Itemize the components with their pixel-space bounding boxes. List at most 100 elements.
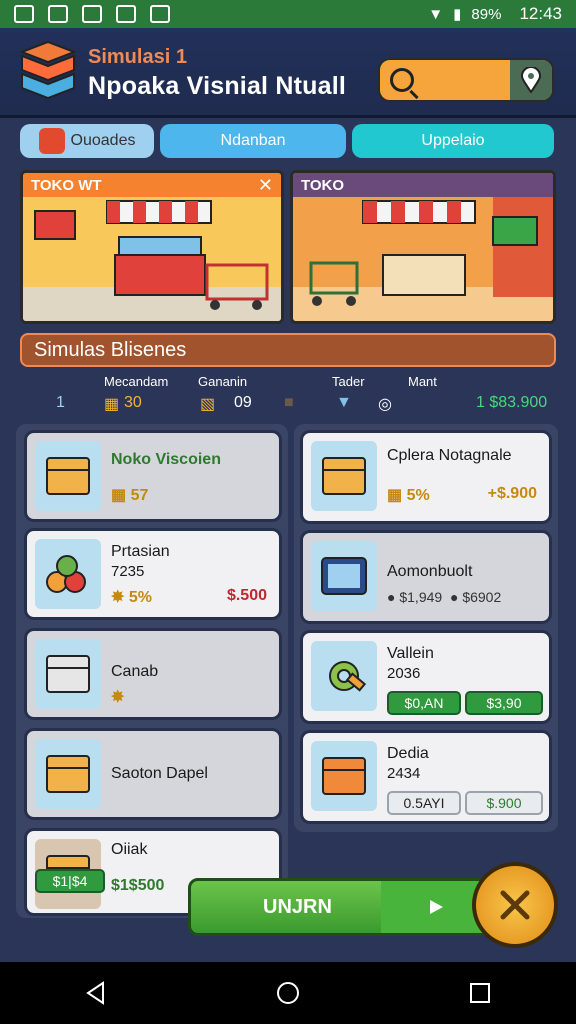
- app-header: Simulasi 1 Npoaka Visnial Ntuall: [0, 28, 576, 118]
- stat-value: 1 $83.900: [476, 394, 548, 411]
- notification-icon: [14, 5, 34, 23]
- tab-uppelaio[interactable]: Uppelaio: [352, 124, 554, 158]
- star-icon: ✸: [111, 689, 125, 706]
- stat-value: 1: [56, 394, 65, 411]
- product-title: Noko Viscoien: [111, 451, 221, 468]
- shop-illustration: [23, 200, 281, 321]
- price-pill[interactable]: $0,AN: [387, 691, 461, 715]
- product-badge: $1|$4: [35, 869, 105, 893]
- product-sub: 7235: [111, 563, 145, 580]
- product-meta-value: 5%: [406, 487, 430, 504]
- recents-icon[interactable]: [467, 980, 493, 1006]
- search-icon: [390, 68, 414, 92]
- product-card[interactable]: Aomonbuolt ● $1,949 ● $6902: [300, 530, 552, 624]
- tab-label: Ndanban: [220, 132, 286, 149]
- scene-label: TOKO: [301, 176, 345, 194]
- product-card[interactable]: Saoton Dapel: [24, 728, 282, 820]
- stat-label: Mant: [408, 374, 437, 389]
- product-sub: 2434: [387, 765, 421, 782]
- product-title: Prtasian: [111, 543, 170, 560]
- tablet-icon: [311, 541, 377, 611]
- open-box-icon: [311, 441, 377, 511]
- product-meta: ▦ 5%: [387, 487, 430, 504]
- system-nav-bar: [0, 962, 576, 1024]
- crate-icon: ▧: [200, 396, 216, 413]
- notification-icon: [116, 5, 136, 23]
- product-card[interactable]: Vallein 2036 $0,AN $3,90: [300, 630, 552, 724]
- product-list-left: Noko Viscoien ▦ 57 Prtasian 7235 ✸ 5% $.…: [16, 424, 288, 918]
- product-meta-value: $1,949: [399, 589, 443, 605]
- stat-label: Tader: [332, 374, 365, 389]
- app-logo-icon: [20, 40, 76, 100]
- box-icon: [35, 441, 101, 511]
- battery-text: 89%: [471, 5, 502, 23]
- start-button[interactable]: UNJRN: [188, 878, 491, 936]
- store-scene-left[interactable]: TOKO WT ✕: [20, 170, 284, 324]
- stats-row: Mecandam Gananin Tader Mant 1 ▦ 30 ▧ 09 …: [20, 370, 556, 418]
- product-card[interactable]: Prtasian 7235 ✸ 5% $.500: [24, 528, 282, 620]
- status-bar: ▼ ▮ 89% 12:43: [0, 0, 576, 28]
- product-title: Dedia: [387, 745, 429, 762]
- tab-label: Ouoades: [70, 132, 136, 149]
- back-icon[interactable]: [83, 980, 109, 1006]
- product-sub: 2036: [387, 665, 421, 682]
- product-price: $1$500: [111, 877, 165, 894]
- product-price: +$.900: [487, 485, 537, 502]
- tab-label: Uppelaio: [421, 132, 485, 149]
- product-title: Canab: [111, 663, 159, 680]
- product-title: Oiiak: [111, 841, 148, 858]
- home-icon[interactable]: [275, 980, 301, 1006]
- coin-icon: ▦: [104, 396, 120, 413]
- stat-label: Gananin: [198, 374, 248, 389]
- notification-icon: [150, 5, 170, 23]
- product-list-right: Cplera Notagnale ▦ 5% +$.900 Aomonbuolt …: [294, 424, 558, 832]
- scene-label: TOKO WT: [31, 176, 102, 194]
- price-pill[interactable]: 0.5AYI: [387, 791, 461, 815]
- stat-value: 09: [234, 394, 252, 411]
- product-meta: ● $1,949 ● $6902: [387, 589, 502, 605]
- search-box[interactable]: [378, 58, 554, 102]
- banner-title: Simulas Blisenes: [34, 338, 187, 361]
- app-title: Npoaka Visnial Ntuall: [88, 72, 346, 100]
- product-meta: ▦ 57: [111, 487, 149, 504]
- notification-icons: [14, 5, 170, 23]
- notification-icon: [82, 5, 102, 23]
- food-pile-icon: [35, 539, 101, 609]
- notification-icon: [48, 5, 68, 23]
- stat-value: 30: [124, 394, 142, 411]
- start-label: UNJRN: [263, 895, 332, 918]
- product-title: Aomonbuolt: [387, 563, 473, 580]
- price-pill[interactable]: $3,90: [465, 691, 543, 715]
- close-icon[interactable]: ✕: [258, 175, 273, 196]
- tab-cube-icon: [38, 128, 65, 154]
- map-pin-icon: [521, 67, 541, 93]
- stat-label: Mecandam: [104, 374, 169, 389]
- product-meta-value: 57: [130, 487, 149, 504]
- product-meta-value: 5%: [128, 589, 152, 606]
- close-fab-button[interactable]: [472, 862, 558, 948]
- product-price: $.500: [226, 587, 267, 604]
- tab-ouoades[interactable]: Ouoades: [20, 124, 154, 158]
- product-card[interactable]: Cplera Notagnale ▦ 5% +$.900: [300, 430, 552, 524]
- product-title: Vallein: [387, 645, 434, 662]
- category-tabs: Ouoades Ndanban Uppelaio: [20, 124, 554, 160]
- product-meta: ✸ 5%: [111, 589, 152, 606]
- search-input[interactable]: [420, 70, 510, 92]
- book-icon: ■: [284, 394, 294, 411]
- product-card[interactable]: Noko Viscoien ▦ 57: [24, 430, 282, 522]
- product-card[interactable]: Dedia 2434 0.5AYI $.900: [300, 730, 552, 824]
- chat-icon: ◎: [378, 396, 392, 413]
- gear-icon: [311, 641, 377, 711]
- price-pill[interactable]: $.900: [465, 791, 543, 815]
- map-pin-button[interactable]: [510, 60, 552, 100]
- product-title: Saoton Dapel: [111, 765, 208, 782]
- box-icon: [35, 639, 101, 709]
- store-scene-right[interactable]: TOKO: [290, 170, 556, 324]
- product-meta-value: $6902: [462, 589, 502, 605]
- badge-icon: ▼: [336, 394, 352, 411]
- product-card[interactable]: Canab ✸: [24, 628, 282, 720]
- box-icon: [35, 739, 101, 809]
- clock: 12:43: [519, 4, 562, 23]
- product-title: Cplera Notagnale: [387, 447, 512, 464]
- tab-ndanban[interactable]: Ndanban: [160, 124, 346, 158]
